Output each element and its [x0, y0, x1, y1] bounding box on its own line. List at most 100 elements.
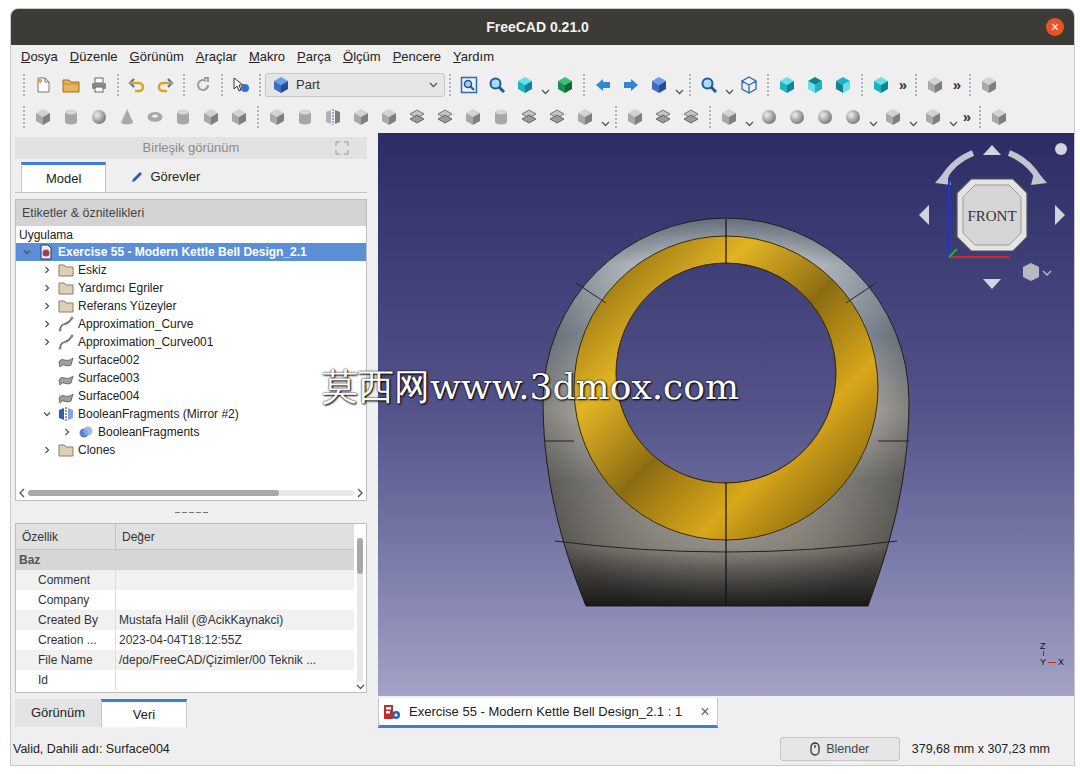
property-editor[interactable]: ÖzellikDeğerBazCommentCompanyCreated ByM…: [15, 523, 367, 693]
dropdown-arrow-icon[interactable]: [539, 73, 551, 97]
toolbar-handle[interactable]: [579, 74, 589, 96]
cone-icon[interactable]: [114, 104, 140, 130]
view-front-icon[interactable]: [774, 72, 800, 98]
shape-builder-icon[interactable]: [226, 104, 252, 130]
expander[interactable]: [40, 265, 54, 275]
toolbar-handle[interactable]: [255, 74, 265, 96]
collapsed-arrow-icon[interactable]: [62, 427, 72, 437]
cylinder-icon[interactable]: [58, 104, 84, 130]
sync-view-icon[interactable]: [552, 72, 578, 98]
expander[interactable]: [40, 301, 54, 311]
menu-item[interactable]: Parça: [291, 45, 337, 69]
check-geometry-icon[interactable]: [986, 104, 1012, 130]
property-row[interactable]: Creation ...2023-04-04T18:12:55Z: [16, 630, 354, 650]
dropdown-arrow-icon[interactable]: [723, 73, 735, 97]
view-top-icon[interactable]: [802, 72, 828, 98]
document-tab[interactable]: Exercise 55 - Modern Kettle Bell Design_…: [378, 698, 718, 728]
expander[interactable]: [40, 319, 54, 329]
cube-icon[interactable]: [30, 104, 56, 130]
tree-item[interactable]: Surface004: [16, 387, 366, 405]
loft-icon[interactable]: [460, 104, 486, 130]
tube-icon[interactable]: [170, 104, 196, 130]
section-icon[interactable]: [516, 104, 542, 130]
tree-item[interactable]: Referans Yüzeyler: [16, 297, 366, 315]
property-tab[interactable]: Görünüm: [15, 699, 101, 727]
toolbar-handle[interactable]: [113, 74, 123, 96]
navigation-icon[interactable]: [646, 72, 672, 98]
toolbar-overflow-button[interactable]: »: [895, 74, 911, 97]
common-icon[interactable]: [840, 104, 866, 130]
dropdown-arrow-icon[interactable]: [673, 73, 685, 97]
dropdown-arrow-icon[interactable]: [947, 105, 959, 129]
toolbar-overflow-button[interactable]: »: [949, 74, 965, 97]
scroll-down-icon[interactable]: [356, 684, 365, 690]
whats-this-icon[interactable]: [228, 72, 254, 98]
scroll-right-icon[interactable]: [356, 488, 364, 498]
menu-item[interactable]: Araçlar: [190, 45, 243, 69]
expander[interactable]: [40, 445, 54, 455]
fit-selection-icon[interactable]: [484, 72, 510, 98]
new-document-icon[interactable]: [30, 72, 56, 98]
expander[interactable]: [40, 337, 54, 347]
toolbar-handle[interactable]: [965, 74, 975, 96]
navigation-cube[interactable]: FRONT: [913, 139, 1074, 299]
tree-item[interactable]: Clones: [16, 441, 366, 459]
workbench-selector[interactable]: Part: [265, 73, 445, 97]
splitter[interactable]: [15, 501, 367, 523]
offset-icon[interactable]: [572, 104, 598, 130]
toolbar-handle[interactable]: [445, 74, 455, 96]
menu-item[interactable]: Görünüm: [124, 45, 190, 69]
toolbar-handle[interactable]: [611, 106, 621, 128]
menu-item[interactable]: Makro: [243, 45, 291, 69]
print-icon[interactable]: [86, 72, 112, 98]
tree-item[interactable]: Yardımcı Egriler: [16, 279, 366, 297]
menu-item[interactable]: Dosya: [15, 45, 64, 69]
property-row[interactable]: File Name/depo/FreeCAD/Çizimler/00 Tekni…: [16, 650, 354, 670]
horizontal-scrollbar[interactable]: [16, 486, 366, 500]
scroll-left-icon[interactable]: [18, 488, 26, 498]
expander[interactable]: [60, 427, 74, 437]
view-group-icon[interactable]: [868, 72, 894, 98]
menu-item[interactable]: Ölçüm: [337, 45, 387, 69]
fuse-icon[interactable]: [812, 104, 838, 130]
property-row[interactable]: Id: [16, 670, 354, 690]
property-tab[interactable]: Veri: [101, 699, 187, 727]
cut-icon[interactable]: [784, 104, 810, 130]
redo-icon[interactable]: [152, 72, 178, 98]
3d-view[interactable]: FRONTZYX: [378, 133, 1074, 696]
property-group[interactable]: Baz: [16, 550, 354, 570]
tree-item[interactable]: Eskiz: [16, 261, 366, 279]
fit-all-icon[interactable]: [456, 72, 482, 98]
collapsed-arrow-icon[interactable]: [42, 265, 52, 275]
toolbar-handle[interactable]: [705, 106, 715, 128]
tree-item[interactable]: BooleanFragments (Mirror #2): [16, 405, 366, 423]
close-tab-button[interactable]: ×: [700, 700, 709, 724]
expander[interactable]: [40, 283, 54, 293]
expanded-arrow-icon[interactable]: [42, 409, 52, 419]
compound-icon[interactable]: [716, 104, 742, 130]
fillet-icon[interactable]: [348, 104, 374, 130]
undo-icon[interactable]: [124, 72, 150, 98]
tree-item[interactable]: BooleanFragments: [16, 423, 366, 441]
ruled-surface-icon[interactable]: [432, 104, 458, 130]
property-row[interactable]: Created ByMustafa Halil (@AcikKaynakci): [16, 610, 354, 630]
projection-icon[interactable]: [650, 104, 676, 130]
toolbar-handle[interactable]: [19, 106, 29, 128]
close-button[interactable]: ×: [1046, 18, 1064, 36]
back-icon[interactable]: [590, 72, 616, 98]
float-icon[interactable]: [335, 141, 349, 155]
join-icon[interactable]: [880, 104, 906, 130]
dropdown-arrow-icon[interactable]: [743, 105, 755, 129]
navigation-style-button[interactable]: Blender: [780, 737, 900, 761]
toolbar-handle[interactable]: [763, 74, 773, 96]
toolbar-handle[interactable]: [685, 74, 695, 96]
collapsed-arrow-icon[interactable]: [42, 319, 52, 329]
make-face-icon[interactable]: [404, 104, 430, 130]
dropdown-arrow-icon[interactable]: [599, 105, 611, 129]
view-isometric-icon[interactable]: [736, 72, 762, 98]
toolbar-overflow-button[interactable]: »: [959, 106, 975, 129]
expanded-arrow-icon[interactable]: [22, 247, 32, 257]
link-icon[interactable]: [922, 72, 948, 98]
menu-item[interactable]: Yardım: [447, 45, 500, 69]
refresh-icon[interactable]: [190, 72, 216, 98]
